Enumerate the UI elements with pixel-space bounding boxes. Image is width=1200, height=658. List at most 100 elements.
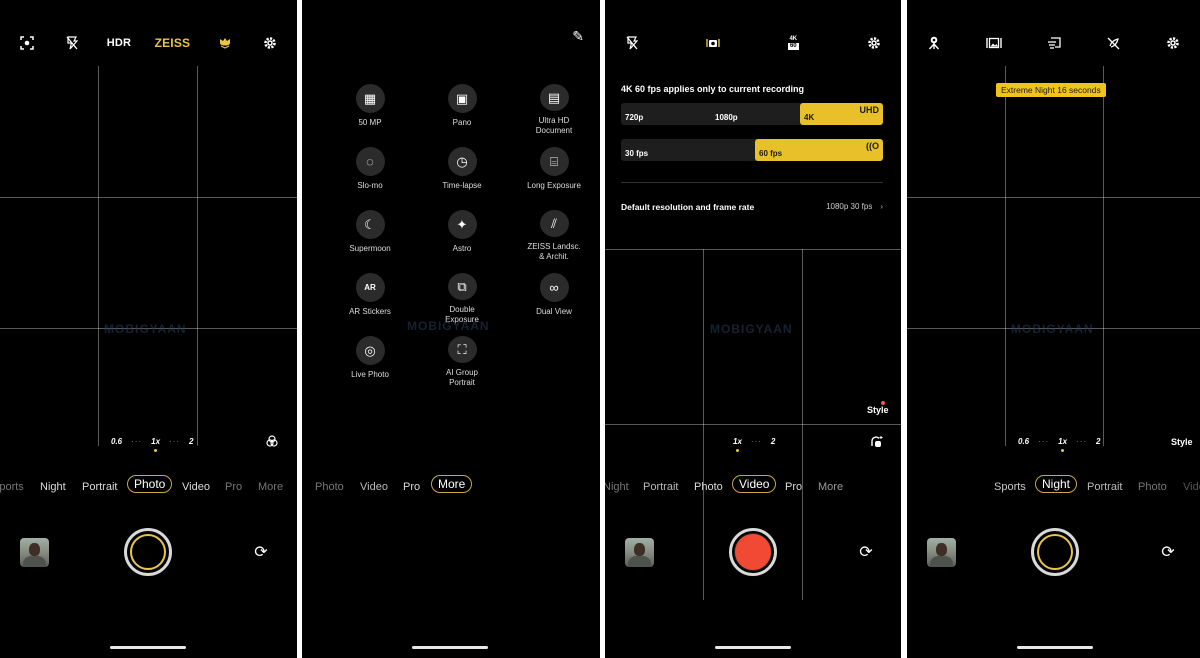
hdr-toggle[interactable]: HDR [107,37,131,49]
portrait-effect-icon[interactable] [214,32,236,54]
settings-icon[interactable] [1162,32,1184,54]
mode-label: Time-lapse [442,181,482,190]
zeiss-toggle[interactable]: ZEISS [155,36,191,50]
mode-supermoon[interactable]: ☾ Supermoon [324,210,416,262]
resolution-icon[interactable]: 4K 60 [782,32,804,54]
zoom-level[interactable]: 0.6 [1018,437,1029,446]
timer-icon: ◷ [447,147,477,176]
extreme-night-tooltip: Extreme Night 16 seconds [996,83,1106,97]
mode-sports[interactable]: Sports [994,481,1026,493]
mode-astro[interactable]: ✦ Astro [416,210,508,262]
gallery-thumbnail[interactable] [20,538,49,567]
mode-video[interactable]: Video [732,475,777,493]
mode-time-lapse[interactable]: ◷ Time-lapse [416,147,508,199]
mode-photo[interactable]: Photo [1138,481,1167,493]
landscape-icon: ⫽ [539,210,569,237]
notification-dot [881,401,885,405]
switch-camera-icon[interactable]: ⟳ [856,542,876,562]
resolution-selector[interactable]: 720p 1080p 4K UHD [621,103,883,125]
mode-more[interactable]: More [818,481,843,493]
record-button[interactable] [729,528,777,576]
zoom-level-active[interactable]: 1x [1058,437,1067,452]
flash-off-icon[interactable] [61,32,83,54]
mode-pro[interactable]: Pro [225,481,242,493]
mode-label: Long Exposure [527,181,581,190]
gallery-thumbnail[interactable] [927,538,956,567]
zoom-level[interactable]: 0.6 [111,437,122,446]
mode-zeiss-landscape[interactable]: ⫽ ZEISS Landsc. & Archit. [508,210,600,262]
mode-more[interactable]: More [431,475,473,493]
watermark: MOBIGYAAN [1011,322,1094,336]
mode-more[interactable]: More [258,481,283,493]
mode-night[interactable]: Night [1035,475,1078,493]
fps-30[interactable]: 30 fps [625,149,648,158]
gallery-thumbnail[interactable] [625,538,654,567]
night-filter-icon[interactable] [1102,32,1124,54]
more-modes-screen: ✎ ▦ 50 MP ▣ Pano ▤ Ultra HD Document ◌ Slo-m… [302,0,600,658]
flash-off-icon[interactable] [621,32,643,54]
panorama-icon[interactable] [983,32,1005,54]
mode-video[interactable]: Video [1183,481,1200,493]
mode-video[interactable]: Video [182,481,210,493]
shutter-button[interactable] [124,528,172,576]
mode-ar-stickers[interactable]: AR AR Stickers [324,273,416,325]
mode-portrait[interactable]: Portrait [82,481,117,493]
video-mode-screen: 4K 60 MOBIGYAAN 4K 60 fps applies only t… [605,0,901,658]
edit-icon[interactable]: ✎ [572,28,584,45]
mode-video[interactable]: Video [360,481,388,493]
home-indicator[interactable] [1017,646,1093,649]
mode-double-exposure[interactable]: ⧉ Double Exposure [416,273,508,325]
style-button[interactable]: Style [1171,437,1193,447]
switch-camera-icon[interactable]: ⟳ [1158,542,1178,562]
focus-icon[interactable] [16,32,38,54]
mode-photo[interactable]: Photo [694,481,723,493]
mode-portrait[interactable]: Portrait [1087,481,1122,493]
default-resolution-row[interactable]: Default resolution and frame rate 1080p … [621,202,883,213]
mode-slo-mo[interactable]: ◌ Slo-mo [324,147,416,199]
mode-live-photo[interactable]: ◎ Live Photo [324,336,416,388]
zoom-level[interactable]: 2 [189,437,193,446]
res-1080p[interactable]: 1080p [715,113,738,122]
res-4k-selected[interactable]: 4K UHD [800,103,883,125]
home-indicator[interactable] [412,646,488,649]
face-beauty-icon[interactable] [870,435,883,450]
zoom-level-active[interactable]: 1x [151,437,160,452]
zoom-selector[interactable]: 0.6 ··· 1x ··· 2 [111,437,193,452]
zoom-selector[interactable]: 0.6 ··· 1x ··· 2 [1018,437,1100,452]
slow-motion-icon: ◌ [355,147,385,176]
mode-sports[interactable]: Sports [0,481,24,493]
shutter-button[interactable] [1031,528,1079,576]
mode-ai-group-portrait[interactable]: ⛶ AI Group Portrait [416,336,508,388]
mode-portrait[interactable]: Portrait [643,481,678,493]
fps-60-selected[interactable]: 60 fps ((O [755,139,883,161]
mode-long-exposure[interactable]: ⌸ Long Exposure [508,147,600,199]
switch-camera-icon[interactable]: ⟳ [251,542,271,562]
style-button[interactable]: Style [867,405,889,415]
zoom-selector[interactable]: 1x ··· 2 [733,437,775,452]
zoom-level[interactable]: 2 [1096,437,1100,446]
zoom-level-active[interactable]: 1x [733,437,742,452]
night-mode-screen: MOBIGYAAN Extreme Night 16 seconds 0.6 ·… [907,0,1200,658]
mode-ultra-hd-document[interactable]: ▤ Ultra HD Document [508,84,600,136]
mode-night[interactable]: Night [40,481,66,493]
mode-photo[interactable]: Photo [315,481,344,493]
home-indicator[interactable] [110,646,186,649]
tripod-icon[interactable] [923,32,945,54]
settings-icon[interactable] [259,32,281,54]
mode-50mp[interactable]: ▦ 50 MP [324,84,416,136]
res-720p[interactable]: 720p [625,113,643,122]
long-exposure-icon[interactable] [1043,32,1065,54]
mode-pro[interactable]: Pro [785,481,802,493]
mode-pano[interactable]: ▣ Pano [416,84,508,136]
mode-night[interactable]: Night [605,481,629,493]
stabilization-icon[interactable] [702,32,724,54]
framerate-selector[interactable]: 30 fps 60 fps ((O [621,139,883,161]
zoom-level[interactable]: 2 [771,437,775,446]
home-indicator[interactable] [715,646,791,649]
mode-dual-view[interactable]: ∞ Dual View [508,273,600,325]
settings-icon[interactable] [863,32,885,54]
filter-icon[interactable] [266,435,278,450]
top-toolbar [907,30,1200,56]
mode-photo[interactable]: Photo [127,475,173,493]
mode-pro[interactable]: Pro [403,481,420,493]
